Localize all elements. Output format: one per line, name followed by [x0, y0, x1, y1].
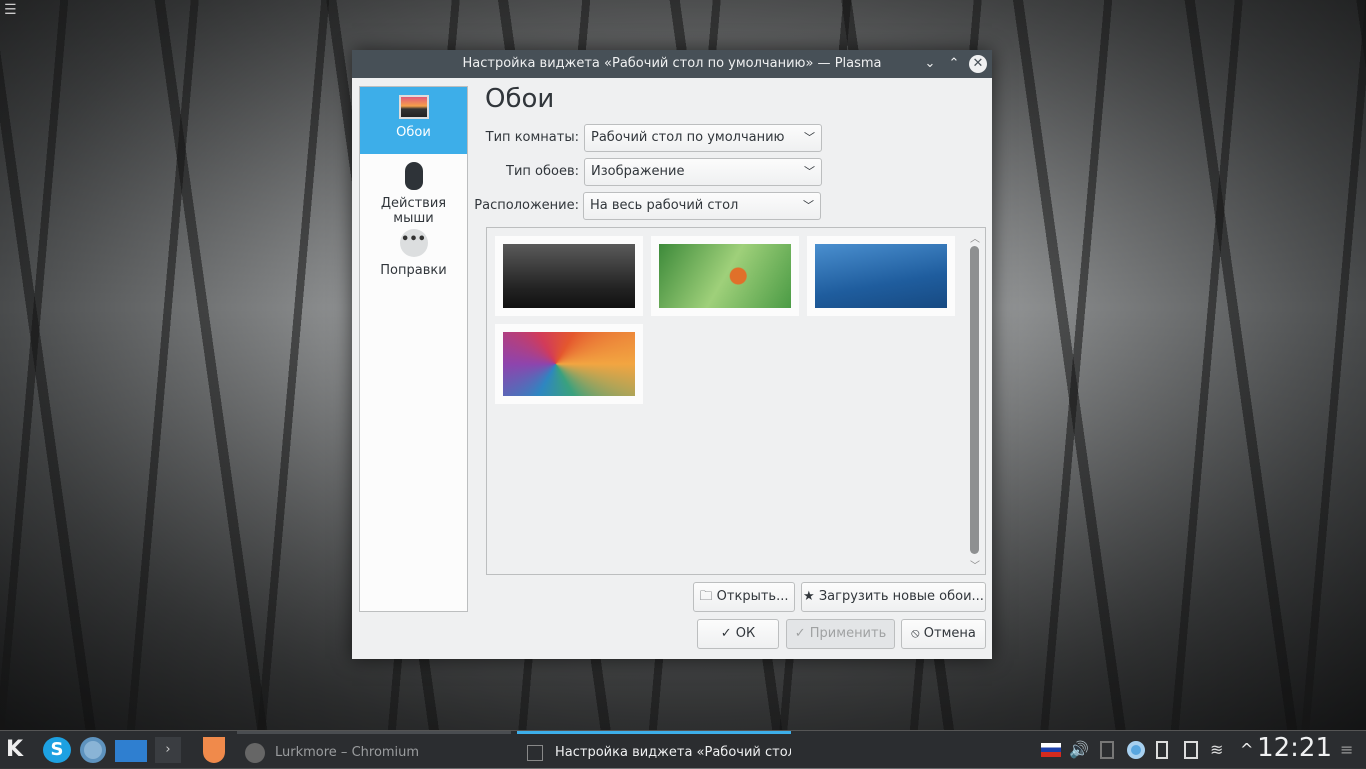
- button-label: Открыть...: [716, 589, 789, 604]
- clementine-icon[interactable]: [203, 737, 225, 763]
- window-icon: [527, 744, 543, 761]
- select-value: Рабочий стол по умолчанию: [591, 130, 785, 145]
- panel-menu-icon[interactable]: ≡: [1340, 737, 1353, 763]
- widget-settings-dialog: Настройка виджета «Рабочий стол по умолч…: [352, 50, 992, 659]
- more-launchers-icon[interactable]: ›: [155, 737, 181, 763]
- title-bar[interactable]: Настройка виджета «Рабочий стол по умолч…: [352, 50, 992, 78]
- star-icon: ★: [803, 589, 819, 604]
- maximize-button[interactable]: ⌃: [944, 50, 964, 78]
- notes-icon[interactable]: [1100, 741, 1114, 759]
- clipboard-icon[interactable]: [1184, 741, 1198, 759]
- more-icon: •••: [399, 229, 428, 257]
- positioning-select[interactable]: На весь рабочий стол ﹀: [583, 192, 821, 220]
- field-label: Тип комнаты:: [485, 130, 579, 145]
- sidebar-item-mouse-actions[interactable]: Действия мыши: [360, 154, 467, 226]
- folder-icon: 🗀: [699, 589, 717, 604]
- button-label: ОК: [735, 626, 756, 641]
- task-settings-dialog[interactable]: Настройка виджета «Рабочий стол по умолч…: [517, 731, 791, 769]
- scroll-up-icon[interactable]: ︿: [970, 230, 980, 245]
- kde-launcher-icon[interactable]: K: [6, 737, 34, 763]
- wallpaper-type-select[interactable]: Изображение ﹀: [584, 158, 822, 186]
- wallpaper-icon: [398, 95, 429, 119]
- chromium-icon[interactable]: [80, 737, 106, 763]
- select-value: Изображение: [591, 164, 685, 179]
- scroll-down-icon[interactable]: ﹀: [970, 557, 980, 572]
- wifi-icon[interactable]: ≋: [1210, 737, 1223, 763]
- wallpaper-thumb-blue[interactable]: [807, 236, 955, 316]
- settings-sidebar: Обои Действия мыши ••• Поправки: [359, 86, 468, 612]
- sidebar-item-label: Обои: [396, 125, 431, 140]
- keyboard-layout-flag-icon[interactable]: [1041, 743, 1061, 757]
- desktop-toolbox-icon[interactable]: ☰: [4, 3, 17, 17]
- ok-button[interactable]: ✓ ОК: [697, 619, 779, 649]
- wallpaper-thumb-dark-forest[interactable]: [495, 236, 643, 316]
- sidebar-item-wallpaper[interactable]: Обои: [360, 87, 467, 154]
- scrollbar[interactable]: [970, 246, 979, 554]
- sidebar-item-tweaks[interactable]: ••• Поправки: [360, 221, 467, 288]
- task-label: Lurkmore – Chromium: [275, 745, 420, 760]
- task-label: Настройка виджета «Рабочий стол по умолч…: [555, 745, 791, 760]
- taskbar: K S › Lurkmore – Chromium Настройка видж…: [0, 730, 1366, 768]
- open-button[interactable]: 🗀 Открыть...: [693, 582, 795, 612]
- sidebar-item-label: Поправки: [380, 263, 447, 278]
- chrome-icon: [245, 742, 265, 763]
- field-label: Тип обоев:: [506, 164, 579, 179]
- task-chromium[interactable]: Lurkmore – Chromium: [237, 731, 511, 769]
- apply-button[interactable]: ✓ Применить: [786, 619, 895, 649]
- volume-icon[interactable]: 🔊: [1069, 737, 1089, 763]
- check-icon: ✓: [720, 626, 736, 641]
- wallpaper-type-row: Тип обоев: Изображение ﹀: [472, 158, 822, 186]
- network-manager-icon[interactable]: [1127, 741, 1145, 759]
- mouse-icon: [404, 162, 423, 190]
- window-title: Настройка виджета «Рабочий стол по умолч…: [462, 56, 882, 71]
- cancel-button[interactable]: ⦸ Отмена: [901, 619, 986, 649]
- page-title: Обои: [485, 84, 555, 114]
- wallpaper-thumb-polygons[interactable]: [495, 324, 643, 404]
- download-wallpapers-button[interactable]: ★ Загрузить новые обои...: [801, 582, 986, 612]
- button-label: Отмена: [923, 626, 976, 641]
- button-label: Загрузить новые обои...: [818, 589, 984, 604]
- battery-icon[interactable]: [1156, 741, 1168, 759]
- skype-icon[interactable]: S: [43, 737, 71, 763]
- wallpaper-grid: ︿ ﹀: [486, 227, 986, 575]
- clock[interactable]: 12:21: [1257, 733, 1332, 763]
- chevron-down-icon: ﹀: [803, 199, 814, 212]
- activity-type-row: Тип комнаты: Рабочий стол по умолчанию ﹀: [472, 124, 822, 152]
- positioning-row: Расположение: На весь рабочий стол ﹀: [472, 192, 822, 220]
- select-value: На весь рабочий стол: [590, 198, 739, 213]
- check-icon: ✓: [794, 626, 810, 641]
- chevron-down-icon: ﹀: [804, 131, 815, 144]
- mail-icon[interactable]: [115, 740, 147, 762]
- expand-tray-icon[interactable]: ^: [1240, 737, 1253, 763]
- close-button[interactable]: ✕: [969, 55, 987, 73]
- cancel-icon: ⦸: [911, 626, 924, 641]
- activity-type-select[interactable]: Рабочий стол по умолчанию ﹀: [584, 124, 822, 152]
- minimize-button[interactable]: ⌄: [920, 50, 940, 78]
- field-label: Расположение:: [474, 198, 579, 213]
- button-label: Применить: [809, 626, 887, 641]
- chevron-down-icon: ﹀: [804, 165, 815, 178]
- wallpaper-thumb-frog[interactable]: [651, 236, 799, 316]
